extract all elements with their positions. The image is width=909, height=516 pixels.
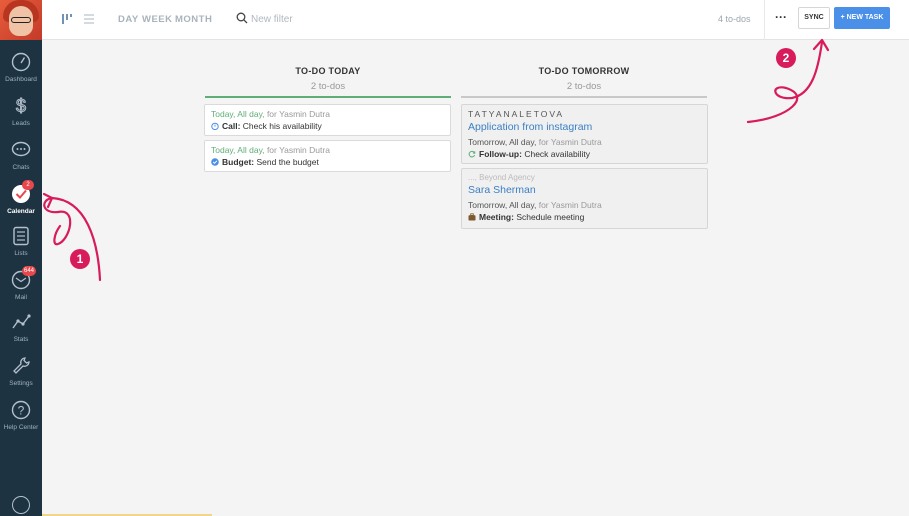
column-subtitle: 2 to-dos	[310, 81, 346, 92]
task-card[interactable]: Today, All day, for Yasmin Dutra Budget:…	[204, 140, 451, 172]
sidebar-item-calendar[interactable]: 2 Calendar	[0, 180, 42, 228]
sidebar-item-lists[interactable]: Lists	[0, 226, 42, 270]
column-today-line	[205, 96, 451, 98]
list-view-icon[interactable]	[82, 12, 96, 26]
task-card[interactable]: TATYANALETOVA Application from instagram…	[461, 104, 708, 164]
sidebar-item-dashboard[interactable]: Dashboard	[0, 52, 42, 96]
lead-link[interactable]: Sara Sherman	[468, 184, 701, 196]
annotation-badge-1: 1	[70, 249, 90, 269]
list-icon	[13, 226, 29, 246]
alarm-icon	[211, 122, 219, 130]
check-circle-icon	[211, 158, 219, 166]
sidebar-item-label: Mail	[15, 294, 27, 301]
sidebar-item-label: Settings	[9, 380, 33, 387]
svg-text:$: $	[16, 96, 26, 116]
sidebar-item-chats[interactable]: Chats	[0, 140, 42, 184]
stats-icon	[12, 314, 31, 329]
sidebar-item-help-center[interactable]: ? Help Center	[0, 400, 42, 444]
user-avatar[interactable]	[0, 0, 42, 40]
more-options-button[interactable]: ···	[773, 8, 789, 28]
profile-circle-icon[interactable]	[12, 496, 30, 514]
column-today-header: TO-DO TODAY 2 to-dos	[205, 66, 451, 92]
task-description: Budget: Send the budget	[211, 157, 444, 167]
company-name: ..., Beyond Agency	[468, 173, 535, 182]
task-description: Call: Check his availability	[211, 121, 444, 131]
task-when: Today, All day, for Yasmin Dutra	[211, 109, 330, 119]
annotation-badge-2: 2	[776, 48, 796, 68]
sidebar: Dashboard $ Leads Chats 2 Calendar Lists…	[0, 0, 42, 516]
sidebar-item-label: Calendar	[7, 208, 35, 215]
dashboard-icon	[11, 52, 31, 72]
period-week-tab[interactable]: WEEK	[142, 14, 173, 25]
briefcase-icon	[468, 213, 476, 221]
column-subtitle: 2 to-dos	[566, 81, 602, 92]
sidebar-item-mail[interactable]: 644 Mail	[0, 266, 42, 314]
task-when: Tomorrow, All day, for Yasmin Dutra	[468, 200, 602, 210]
search-icon	[236, 12, 248, 24]
column-tomorrow-header: TO-DO TOMORROW 2 to-dos	[461, 66, 707, 92]
sync-button[interactable]: SYNC	[798, 7, 830, 29]
wrench-icon	[13, 357, 30, 374]
period-day-tab[interactable]: DAY	[118, 14, 139, 25]
lead-link[interactable]: Application from instagram	[468, 121, 701, 133]
new-task-button[interactable]: + NEW TASK	[834, 7, 890, 29]
task-card[interactable]: Today, All day, for Yasmin Dutra Call: C…	[204, 104, 451, 136]
company-name: TATYANALETOVA	[468, 109, 565, 119]
sidebar-item-settings[interactable]: Settings	[0, 356, 42, 400]
task-description: Follow-up: Check availability	[468, 149, 701, 159]
column-tomorrow-line	[461, 96, 707, 98]
task-card[interactable]: ..., Beyond Agency Sara Sherman Tomorrow…	[461, 168, 708, 229]
sidebar-item-label: Dashboard	[5, 76, 37, 83]
sidebar-item-label: Stats	[13, 336, 29, 343]
filter-input[interactable]	[251, 11, 551, 27]
period-month-tab[interactable]: MONTH	[175, 14, 212, 25]
sidebar-item-leads[interactable]: $ Leads	[0, 96, 42, 140]
kanban-view-icon[interactable]	[60, 12, 74, 26]
todo-count: 4 to-dos	[718, 14, 751, 24]
help-icon: ?	[11, 400, 31, 420]
task-when: Today, All day, for Yasmin Dutra	[211, 145, 330, 155]
refresh-icon	[468, 150, 476, 158]
sidebar-item-label: Chats	[12, 164, 30, 171]
top-bar: DAY WEEK MONTH 4 to-dos ··· SYNC + NEW T…	[42, 0, 909, 40]
chat-icon	[11, 141, 31, 157]
column-title: TO-DO TOMORROW	[538, 66, 630, 76]
divider	[764, 0, 765, 40]
sidebar-item-label: Help Center	[3, 424, 39, 431]
mail-badge: 644	[22, 266, 37, 276]
task-when: Tomorrow, All day, for Yasmin Dutra	[468, 137, 602, 147]
column-title: TO-DO TODAY	[295, 66, 361, 76]
sidebar-item-label: Leads	[12, 120, 30, 127]
sidebar-item-stats[interactable]: Stats	[0, 312, 42, 356]
svg-text:?: ?	[18, 404, 25, 418]
annotation-arrows	[42, 38, 830, 282]
sidebar-item-label: Lists	[14, 250, 28, 257]
calendar-badge: 2	[22, 180, 34, 190]
dollar-icon: $	[15, 96, 26, 116]
task-description: Meeting: Schedule meeting	[468, 212, 701, 222]
